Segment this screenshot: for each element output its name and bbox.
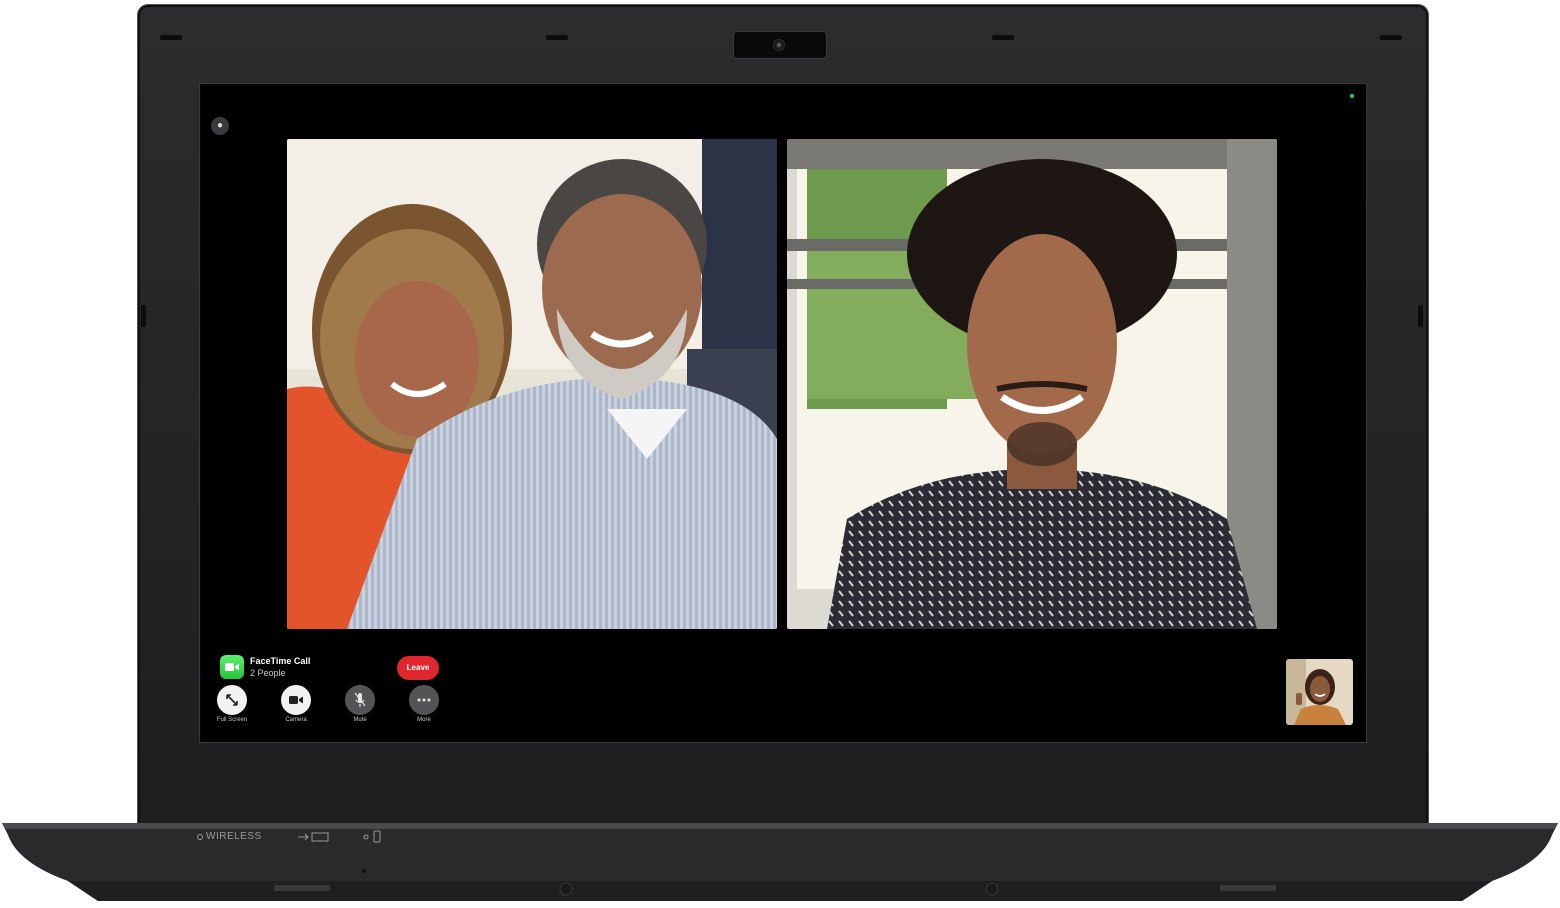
laptop-base: WIRELESS [2, 823, 1558, 903]
call-participants: 2 People [250, 668, 286, 678]
microphone-icon [345, 685, 375, 715]
fullscreen-label: Full Screen [216, 717, 248, 723]
bezel-vent [992, 35, 1014, 40]
more-button[interactable]: More [399, 685, 449, 723]
bezel-vent [546, 35, 568, 40]
fullscreen-button[interactable]: Full Screen [207, 685, 257, 723]
mute-button[interactable]: Mute [335, 685, 385, 723]
fullscreen-icon [217, 685, 247, 715]
facetime-app-icon [220, 655, 244, 679]
ellipsis-icon [409, 685, 439, 715]
self-view-video [1286, 659, 1353, 725]
webcam [734, 32, 826, 58]
bezel-vent [160, 35, 182, 40]
webcam-lens-icon [773, 39, 785, 51]
facetime-window: ● FaceTime Call 2 People Leave Full Scre… [202, 86, 1366, 740]
mute-label: Mute [353, 717, 367, 723]
self-view-thumbnail[interactable] [1286, 659, 1353, 725]
participant-video-couple [287, 139, 777, 629]
message-icon[interactable]: ● [211, 117, 229, 135]
bezel-latch [141, 305, 146, 327]
call-title: FaceTime Call [250, 656, 311, 666]
camera-label: Camera [285, 717, 307, 723]
camera-indicator-icon [1350, 94, 1354, 98]
leave-button[interactable]: Leave [397, 656, 439, 680]
bezel-vent [1380, 35, 1402, 40]
participant-tile-1[interactable] [287, 139, 777, 629]
more-label: More [417, 717, 431, 723]
bezel-latch [1418, 305, 1423, 327]
camera-button[interactable]: Camera [271, 685, 321, 723]
wireless-label: WIRELESS [206, 831, 262, 842]
participant-tile-2[interactable] [787, 139, 1277, 629]
participant-video-man [787, 139, 1277, 629]
camera-icon [281, 685, 311, 715]
